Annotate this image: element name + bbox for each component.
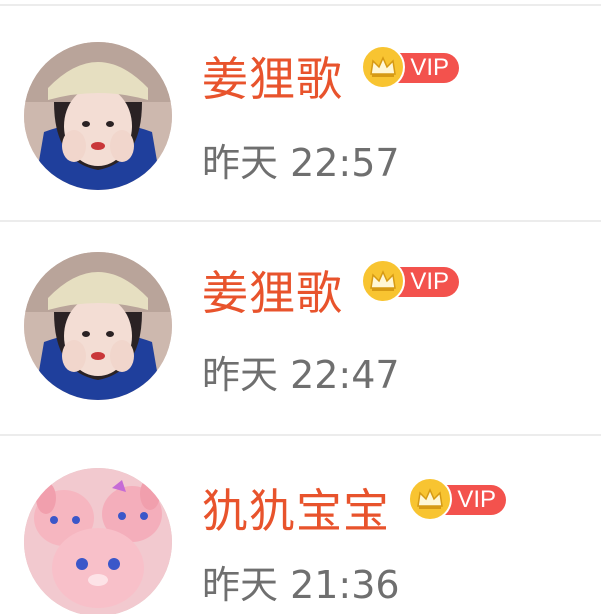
vip-badge: VIP xyxy=(361,45,459,89)
avatar[interactable] xyxy=(24,468,172,614)
crown-icon xyxy=(408,477,452,521)
vip-badge: VIP xyxy=(361,259,459,303)
comment-time: 昨天 22:57 xyxy=(202,141,400,185)
name-line: 姜狸歌 VIP xyxy=(202,259,459,324)
commenter-name[interactable]: 犰犰宝宝 xyxy=(202,488,390,534)
girl-avatar-icon xyxy=(24,42,172,190)
plush-avatar-icon xyxy=(24,468,172,614)
vip-badge: VIP xyxy=(408,477,506,521)
avatar[interactable] xyxy=(24,42,172,190)
avatar[interactable] xyxy=(24,252,172,400)
comment-time: 昨天 21:36 xyxy=(202,563,400,607)
comment-list: 姜狸歌 VIP 昨天 22:57 姜狸歌 VIP 昨天 22:47 犰犰宝宝 V… xyxy=(0,0,601,614)
crown-icon xyxy=(361,259,405,303)
comment-time: 昨天 22:47 xyxy=(202,353,400,397)
list-item[interactable]: 姜狸歌 VIP 昨天 22:47 xyxy=(0,222,601,434)
name-line: 犰犰宝宝 VIP xyxy=(202,477,506,542)
girl-avatar-icon xyxy=(24,252,172,400)
list-item[interactable]: 姜狸歌 VIP 昨天 22:57 xyxy=(0,6,601,220)
commenter-name[interactable]: 姜狸歌 xyxy=(202,270,343,316)
name-line: 姜狸歌 VIP xyxy=(202,45,459,110)
commenter-name[interactable]: 姜狸歌 xyxy=(202,56,343,102)
list-item[interactable]: 犰犰宝宝 VIP 昨天 21:36 xyxy=(0,436,601,614)
crown-icon xyxy=(361,45,405,89)
